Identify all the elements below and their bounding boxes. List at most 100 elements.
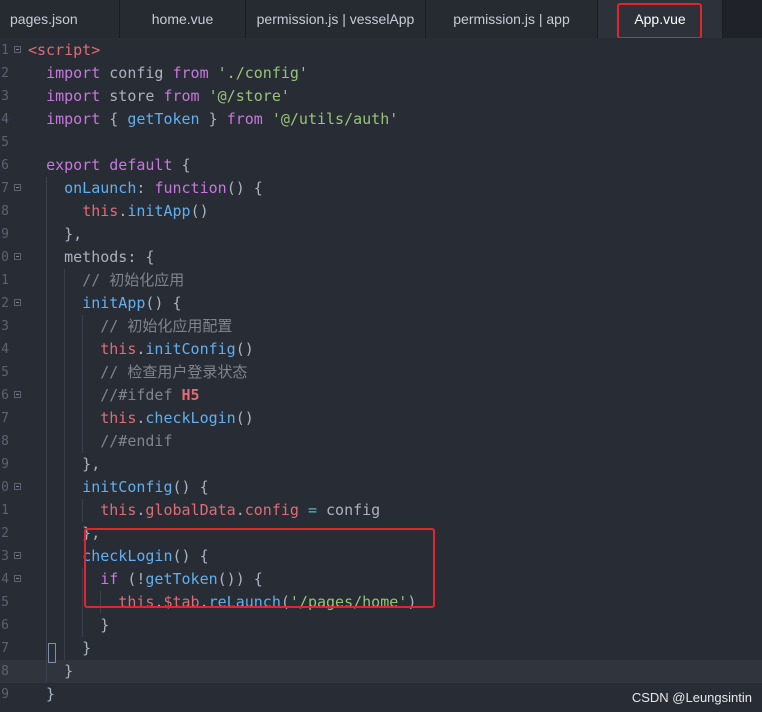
- code-line[interactable]: 4 if (!getToken()) {: [0, 568, 762, 591]
- code-line[interactable]: 1 // 初始化应用: [0, 269, 762, 292]
- line-number: 5: [1, 595, 9, 610]
- line-number: 3: [1, 549, 9, 564]
- line-number: 9: [1, 457, 9, 472]
- code-token: import: [46, 110, 101, 128]
- code-token: '@/store': [208, 87, 290, 105]
- code-token: config: [100, 64, 173, 82]
- code-token: checkLogin: [82, 547, 173, 565]
- line-number: 7: [1, 641, 9, 656]
- code-text: this.$tab.reLaunch('/pages/home'): [28, 591, 416, 614]
- code-line[interactable]: 3 checkLogin() {: [0, 545, 762, 568]
- line-number: 4: [1, 112, 9, 127]
- indent-guide: [64, 269, 65, 660]
- fold-toggle-icon[interactable]: [14, 391, 21, 398]
- code-token: checkLogin: [145, 409, 236, 427]
- code-line[interactable]: 9 },: [0, 223, 762, 246]
- code-token: getToken: [127, 110, 200, 128]
- tab-permission-js-app[interactable]: permission.js | app: [426, 0, 598, 38]
- line-number: 3: [1, 89, 9, 104]
- code-text: // 检查用户登录状态: [28, 361, 247, 384]
- code-token: './config': [217, 64, 308, 82]
- fold-toggle-icon[interactable]: [14, 483, 21, 490]
- code-line[interactable]: 0 initConfig() {: [0, 476, 762, 499]
- line-number: 8: [1, 664, 9, 679]
- tab-app-vue[interactable]: App.vue: [598, 0, 723, 38]
- tab-pages-json[interactable]: pages.json: [0, 0, 120, 38]
- code-line[interactable]: 1 this.globalData.config = config: [0, 499, 762, 522]
- code-token: // 初始化应用配置: [100, 317, 233, 335]
- line-number: 5: [1, 365, 9, 380]
- line-number: 9: [1, 227, 9, 242]
- code-token: from: [163, 87, 200, 105]
- code-token: getToken: [145, 570, 218, 588]
- code-line[interactable]: 8 this.initApp(): [0, 200, 762, 223]
- indent-guide: [46, 177, 47, 683]
- code-editor[interactable]: 1 <script> 2 import config from './config'…: [0, 38, 762, 712]
- code-line[interactable]: 6 export default {: [0, 154, 762, 177]
- code-line[interactable]: 0 methods: {: [0, 246, 762, 269]
- code-token: reLaunch: [208, 593, 281, 611]
- fold-toggle-icon[interactable]: [14, 299, 21, 306]
- code-line[interactable]: 9 },: [0, 453, 762, 476]
- code-token: import: [46, 64, 101, 82]
- code-token: config: [317, 501, 381, 519]
- code-token: (!: [118, 570, 146, 588]
- code-token: this: [82, 202, 119, 220]
- line-number: 9: [1, 687, 9, 702]
- line-number: 1: [1, 273, 9, 288]
- code-line[interactable]: 6 //#ifdef H5: [0, 384, 762, 407]
- line-number: 3: [1, 319, 9, 334]
- code-line[interactable]: 4 this.initConfig(): [0, 338, 762, 361]
- code-line[interactable]: 1 <script>: [0, 39, 762, 62]
- code-line[interactable]: 2 import config from './config': [0, 62, 762, 85]
- code-line[interactable]: 2 },: [0, 522, 762, 545]
- indent-guide: [100, 591, 101, 614]
- code-token: },: [28, 225, 83, 243]
- code-token: :: [136, 179, 155, 197]
- code-line[interactable]: 7 onLaunch: function() {: [0, 177, 762, 200]
- code-text: }: [28, 614, 109, 637]
- code-token: H5: [181, 386, 200, 404]
- code-token: }: [28, 662, 74, 680]
- code-token: globalData: [145, 501, 236, 519]
- code-text: import store from '@/store': [28, 85, 290, 108]
- code-line[interactable]: 7 }: [0, 637, 762, 660]
- code-token: export: [46, 156, 101, 174]
- code-text: // 初始化应用配置: [28, 315, 232, 338]
- code-line[interactable]: 2 initApp() {: [0, 292, 762, 315]
- code-text: this.initConfig(): [28, 338, 254, 361]
- code-line[interactable]: 4 import { getToken } from '@/utils/auth…: [0, 108, 762, 131]
- code-text: },: [28, 223, 82, 246]
- code-token: (): [235, 409, 254, 427]
- line-number: 1: [1, 503, 9, 518]
- code-line[interactable]: 5: [0, 131, 762, 154]
- fold-toggle-icon[interactable]: [14, 253, 21, 260]
- code-line[interactable]: 3 // 初始化应用配置: [0, 315, 762, 338]
- code-token: // 初始化应用: [82, 271, 185, 289]
- code-line[interactable]: 5 this.$tab.reLaunch('/pages/home'): [0, 591, 762, 614]
- code-token: initConfig: [82, 478, 173, 496]
- code-text: import { getToken } from '@/utils/auth': [28, 108, 398, 131]
- tab-permission-js-vesselapp[interactable]: permission.js | vesselApp: [246, 0, 426, 38]
- fold-toggle-icon[interactable]: [14, 575, 21, 582]
- line-number: 7: [1, 181, 9, 196]
- code-line[interactable]: 6 }: [0, 614, 762, 637]
- fold-toggle-icon[interactable]: [14, 552, 21, 559]
- code-token: {: [100, 110, 128, 128]
- code-token: (): [235, 340, 254, 358]
- fold-toggle-icon[interactable]: [14, 46, 21, 53]
- code-line[interactable]: 3 import store from '@/store': [0, 85, 762, 108]
- code-line[interactable]: 8 //#endif: [0, 430, 762, 453]
- code-line[interactable]: 8 }: [0, 660, 762, 683]
- code-token: from: [226, 110, 263, 128]
- code-line[interactable]: 7 this.checkLogin(): [0, 407, 762, 430]
- code-line[interactable]: 5 // 检查用户登录状态: [0, 361, 762, 384]
- tab-home-vue[interactable]: home.vue: [120, 0, 246, 38]
- fold-toggle-icon[interactable]: [14, 184, 21, 191]
